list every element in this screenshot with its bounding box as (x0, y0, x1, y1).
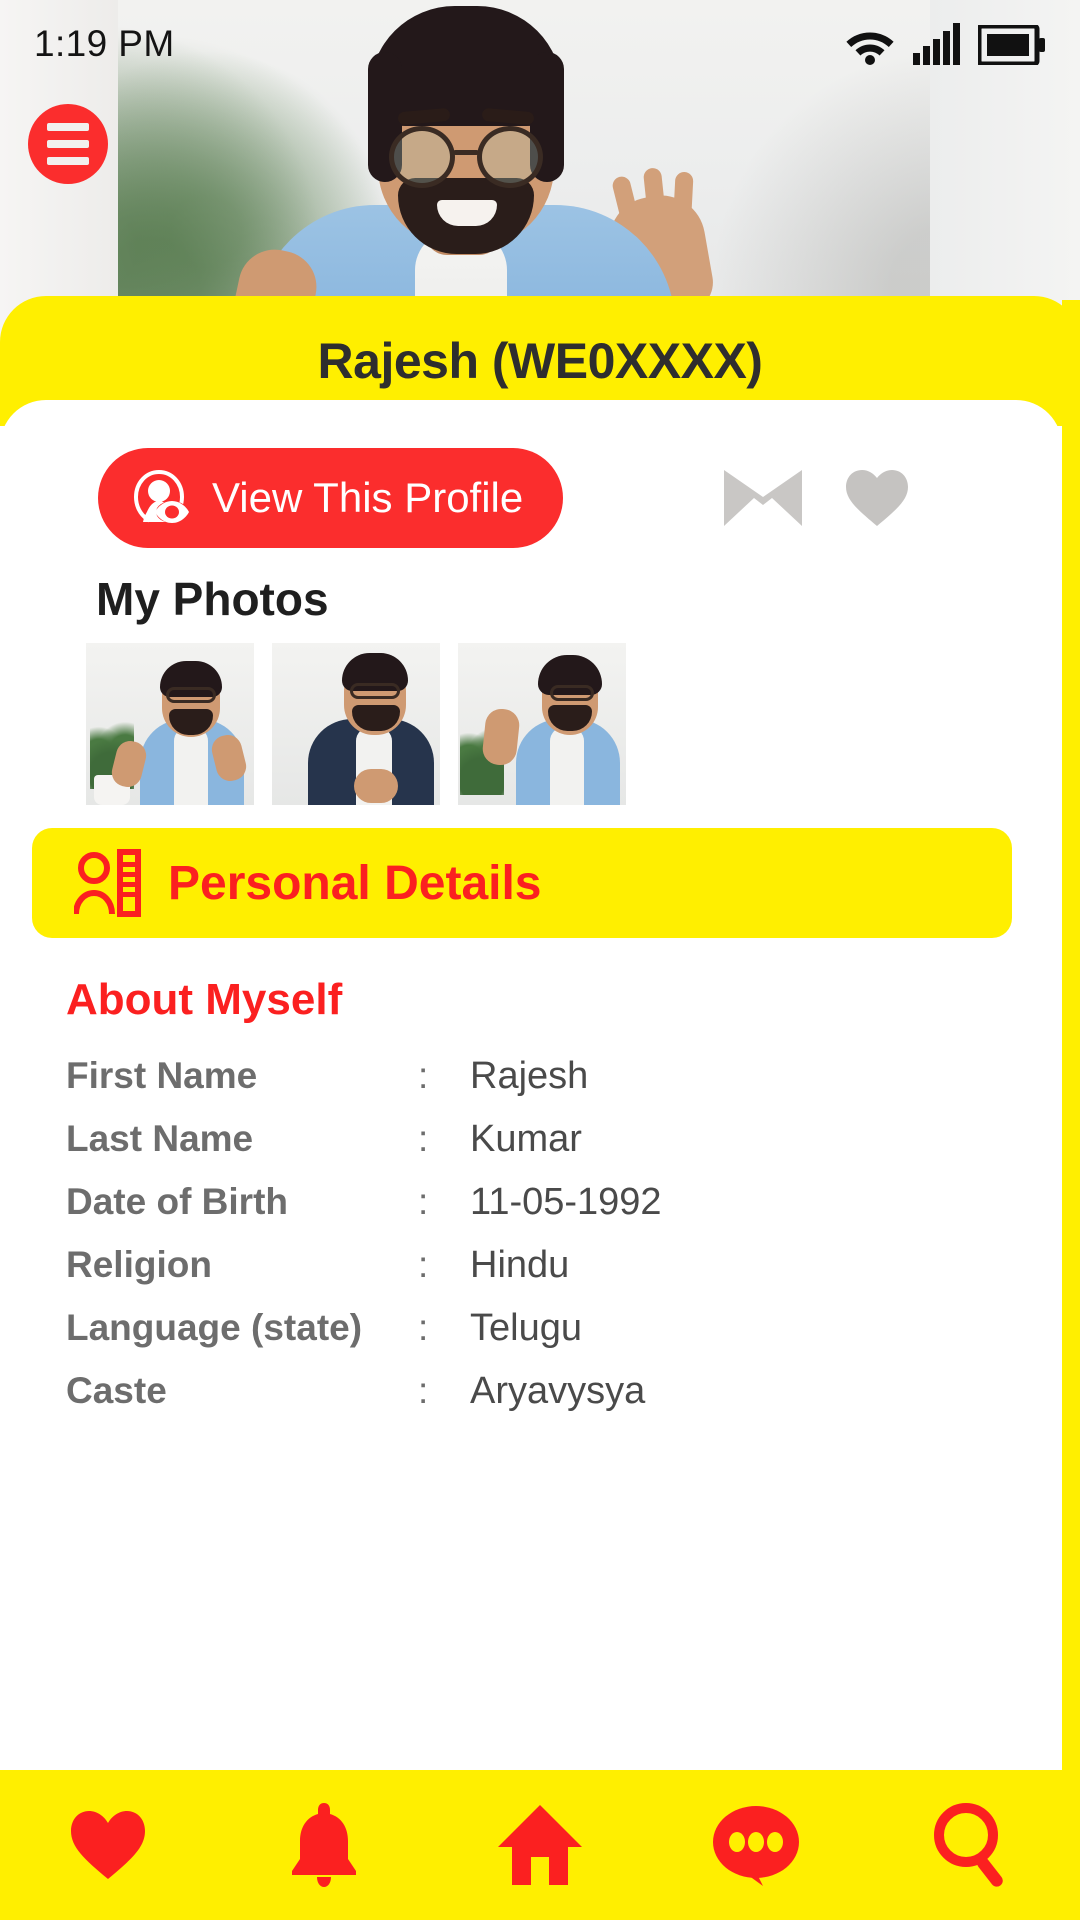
action-icons (724, 468, 1062, 528)
nav-favorites[interactable] (33, 1785, 183, 1905)
detail-value: 11-05-1992 (470, 1181, 662, 1223)
detail-separator: : (418, 1118, 429, 1159)
page-title: Rajesh (WE0XXXX) (317, 333, 763, 389)
personal-details-list: First Name : Rajesh Last Name : Kumar Da… (66, 1055, 966, 1433)
nav-notifications[interactable] (249, 1785, 399, 1905)
envelope-icon[interactable] (724, 470, 802, 526)
detail-separator: : (418, 1370, 429, 1411)
cellular-signal-icon (913, 23, 960, 65)
profile-view-icon (133, 469, 189, 523)
photo-thumbnail[interactable] (86, 643, 254, 805)
search-icon (934, 1803, 1003, 1887)
status-icons (844, 23, 1046, 65)
wifi-icon (846, 32, 894, 65)
view-profile-button[interactable]: View This Profile (98, 448, 564, 548)
hamburger-line (47, 157, 89, 165)
about-myself-heading: About Myself (66, 975, 343, 1024)
my-photos-heading: My Photos (96, 573, 329, 625)
detail-label: Last Name (66, 1118, 254, 1159)
detail-row: Date of Birth : 11-05-1992 (66, 1181, 966, 1244)
detail-value: Rajesh (470, 1055, 589, 1097)
detail-row: First Name : Rajesh (66, 1055, 966, 1118)
detail-label: Language (state) (66, 1307, 363, 1348)
personal-details-title: Personal Details (168, 856, 542, 910)
detail-label: Religion (66, 1244, 212, 1285)
detail-separator: : (418, 1307, 429, 1348)
view-profile-label: View This Profile (212, 474, 524, 521)
detail-value: Hindu (470, 1244, 570, 1286)
detail-label: Date of Birth (66, 1181, 288, 1222)
detail-row: Caste : Aryavysya (66, 1370, 966, 1433)
detail-value: Telugu (470, 1307, 582, 1349)
detail-label: Caste (66, 1370, 167, 1411)
personal-details-banner: Personal Details (32, 828, 1012, 938)
heart-icon (71, 1811, 145, 1879)
detail-row: Religion : Hindu (66, 1244, 966, 1307)
detail-separator: : (418, 1244, 429, 1285)
status-clock: 1:19 PM (34, 23, 175, 64)
bottom-navigation-bar (0, 1770, 1080, 1920)
detail-value: Aryavysya (470, 1370, 646, 1412)
hamburger-line (47, 140, 89, 148)
contact-card-icon (74, 849, 141, 917)
chat-bubble-icon (713, 1806, 799, 1886)
status-bar: 1:19 PM (0, 0, 1080, 88)
battery-icon (978, 25, 1045, 65)
heart-icon[interactable] (844, 468, 910, 528)
photo-thumbnail-strip (86, 643, 626, 805)
action-row: View This Profile (0, 443, 1062, 553)
nav-chat[interactable] (681, 1785, 831, 1905)
photo-thumbnail[interactable] (272, 643, 440, 805)
hamburger-menu-button[interactable] (28, 104, 108, 184)
nav-search[interactable] (897, 1785, 1047, 1905)
right-accent-strip (1062, 300, 1080, 1770)
photo-thumbnail[interactable] (458, 643, 626, 805)
profile-screen: 1:19 PM Rajesh (WE0XXXX) View This Profi… (0, 0, 1080, 1920)
detail-value: Kumar (470, 1118, 582, 1160)
nav-home[interactable] (465, 1785, 615, 1905)
bell-icon (292, 1803, 356, 1887)
detail-separator: : (418, 1055, 429, 1096)
detail-label: First Name (66, 1055, 258, 1096)
detail-row: Last Name : Kumar (66, 1118, 966, 1181)
detail-row: Language (state) : Telugu (66, 1307, 966, 1370)
profile-content-card: View This Profile My Photos Personal Det… (0, 400, 1062, 1770)
home-icon (498, 1805, 582, 1885)
hamburger-line (47, 123, 89, 131)
detail-separator: : (418, 1181, 429, 1222)
